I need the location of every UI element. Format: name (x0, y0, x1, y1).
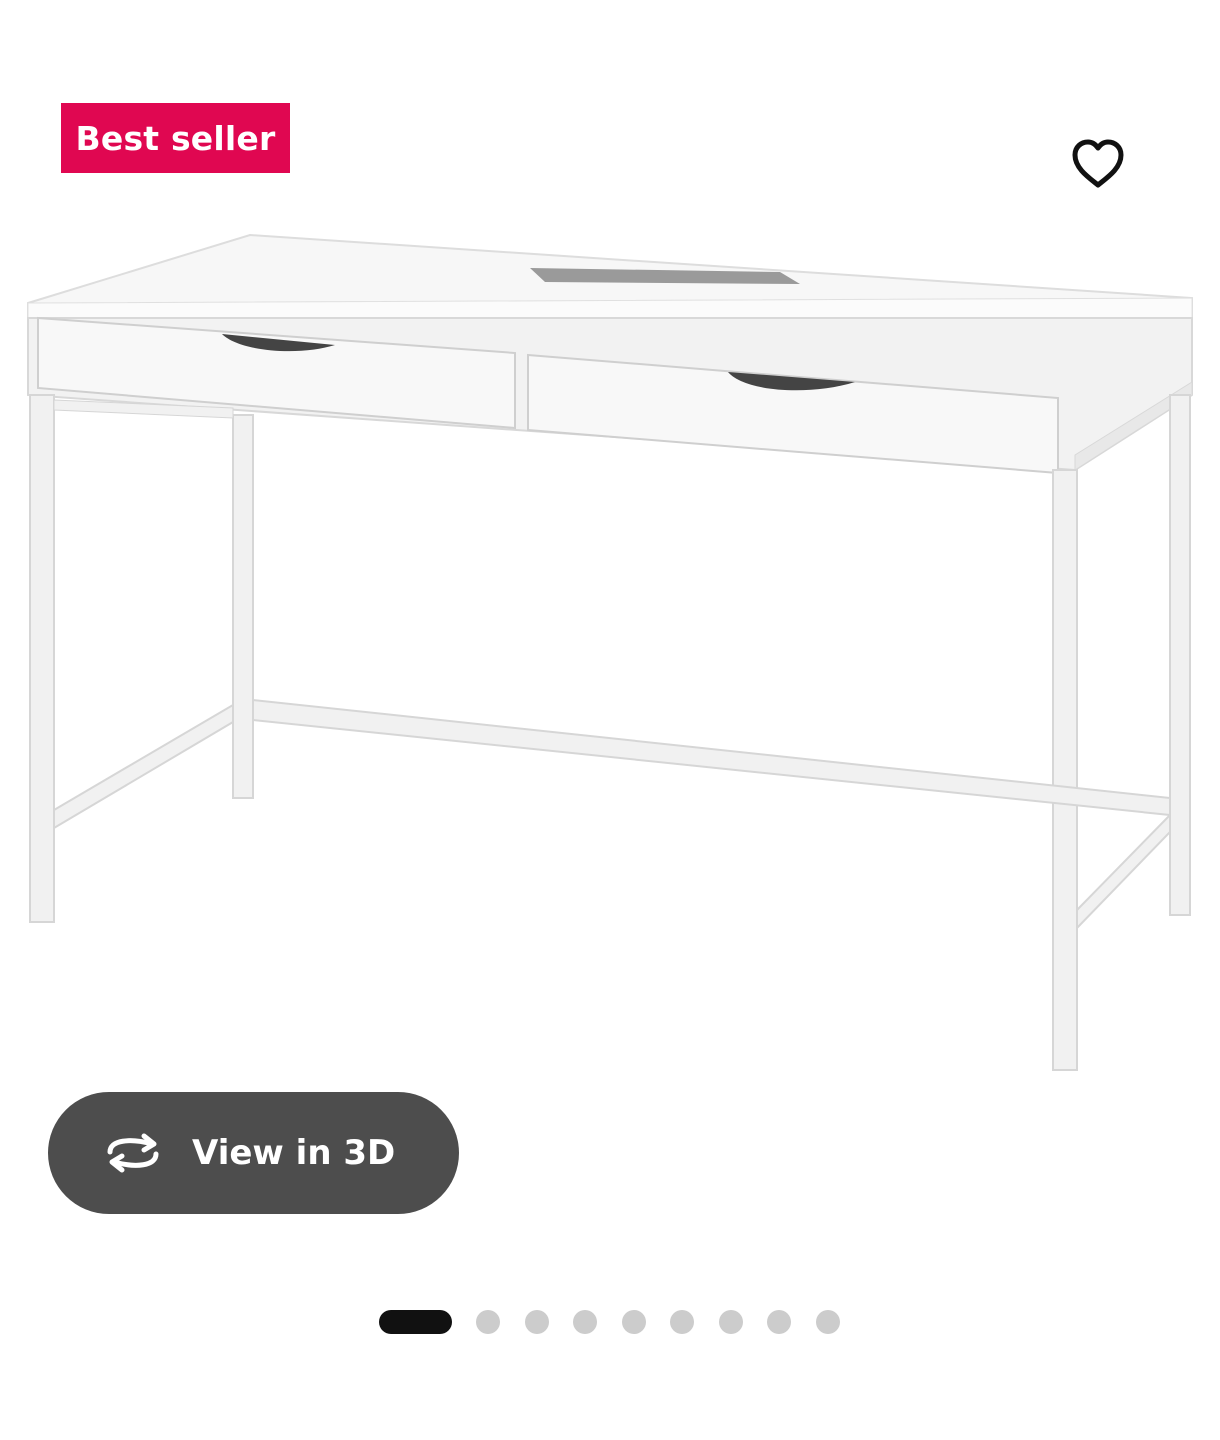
carousel-dot[interactable] (573, 1310, 597, 1334)
favorite-button[interactable] (1062, 128, 1134, 200)
carousel-pagination (0, 1310, 1220, 1336)
rotate-3d-icon (100, 1130, 166, 1176)
carousel-dot[interactable] (622, 1310, 646, 1334)
carousel-dot[interactable] (525, 1310, 549, 1334)
view-in-3d-label: View in 3D (192, 1133, 396, 1173)
carousel-dot[interactable] (670, 1310, 694, 1334)
heart-outline-icon (1072, 139, 1124, 188)
view-in-3d-button[interactable]: View in 3D (48, 1092, 459, 1214)
carousel-dot[interactable] (767, 1310, 791, 1334)
carousel-dot[interactable] (476, 1310, 500, 1334)
carousel-dot-active[interactable] (379, 1310, 452, 1334)
best-seller-label: Best seller (75, 118, 276, 158)
best-seller-badge: Best seller (61, 103, 290, 173)
carousel-dot[interactable] (816, 1310, 840, 1334)
carousel-dot[interactable] (719, 1310, 743, 1334)
product-image (27, 233, 1193, 1071)
